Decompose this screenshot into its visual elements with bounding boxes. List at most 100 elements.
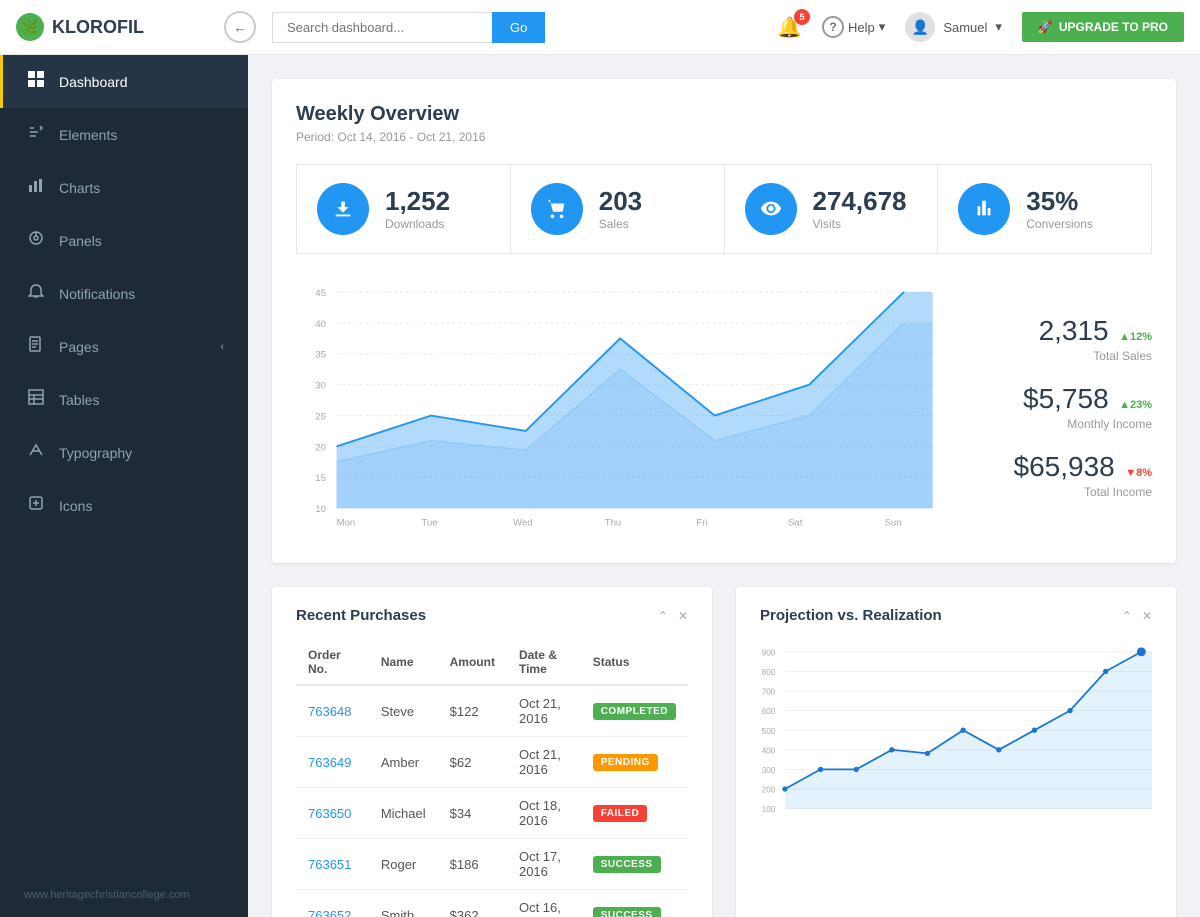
order-number[interactable]: 763648 <box>296 685 369 737</box>
order-number[interactable]: 763650 <box>296 788 369 839</box>
monthly-income-badge: ▲23% <box>1119 399 1152 411</box>
status-cell: COMPLETED <box>581 685 688 737</box>
conversions-value: 35% <box>1026 187 1131 216</box>
chart-stat-value: 2,315 ▲12% <box>1039 327 1152 344</box>
svg-text:Sun: Sun <box>884 518 901 529</box>
sidebar-item-notifications[interactable]: Notifications <box>0 267 248 320</box>
svg-text:100: 100 <box>762 805 776 814</box>
status-cell: PENDING <box>581 737 688 788</box>
sidebar-item-typography[interactable]: Typography <box>0 426 248 479</box>
sidebar-item-charts[interactable]: Charts <box>0 161 248 214</box>
sidebar-item-dashboard[interactable]: Dashboard <box>0 55 248 108</box>
charts-icon <box>27 177 45 198</box>
upgrade-label: UPGRADE TO PRO <box>1059 20 1168 34</box>
user-menu[interactable]: 👤 Samuel ▾ <box>905 12 1002 42</box>
sidebar-item-tables[interactable]: Tables <box>0 373 248 426</box>
back-button[interactable]: ← <box>224 11 256 43</box>
svg-text:25: 25 <box>315 411 326 422</box>
status-cell: SUCCESS <box>581 839 688 890</box>
total-income-badge: ▼8% <box>1125 467 1152 479</box>
svg-text:700: 700 <box>762 688 776 697</box>
conversions-icon <box>958 183 1010 235</box>
svg-text:35: 35 <box>315 350 326 361</box>
order-number[interactable]: 763649 <box>296 737 369 788</box>
svg-text:Tue: Tue <box>421 518 437 529</box>
svg-text:10: 10 <box>315 504 326 515</box>
sales-label: Sales <box>599 217 704 231</box>
sidebar-item-elements[interactable]: Elements <box>0 108 248 161</box>
pages-icon <box>27 336 45 357</box>
status-badge: SUCCESS <box>593 856 661 873</box>
proj-close-button[interactable]: ✕ <box>1142 609 1152 623</box>
notification-button[interactable]: 🔔 5 <box>777 15 802 40</box>
status-badge: COMPLETED <box>593 703 676 720</box>
amount: $34 <box>438 788 507 839</box>
search-button[interactable]: Go <box>492 12 545 43</box>
stat-conversions: 35% Conversions <box>937 164 1152 254</box>
status-cell: SUCCESS <box>581 890 688 917</box>
table-row: 763652 Smith $362 Oct 16, 2016 SUCCESS <box>296 890 688 917</box>
logo-text: KLOROFIL <box>52 17 144 38</box>
col-status: Status <box>581 640 688 685</box>
svg-text:45: 45 <box>315 288 326 299</box>
main-layout: Dashboard Elements Charts Panels Notific… <box>0 55 1200 917</box>
help-icon: ? <box>822 16 844 38</box>
projection-chart: 900 800 700 600 500 400 300 200 100 <box>760 640 1152 845</box>
col-date: Date & Time <box>507 640 581 685</box>
svg-text:30: 30 <box>315 381 326 392</box>
svg-text:Sat: Sat <box>788 518 803 529</box>
svg-text:20: 20 <box>315 442 326 453</box>
sidebar-item-panels[interactable]: Panels <box>0 214 248 267</box>
bottom-row: Recent Purchases ⌃ ✕ Order No. Name Amou… <box>272 587 1176 917</box>
visits-label: Visits <box>813 217 918 231</box>
weekly-subtitle: Period: Oct 14, 2016 - Oct 21, 2016 <box>296 130 1152 144</box>
sidebar-item-pages[interactable]: Pages ‹ <box>0 320 248 373</box>
amount: $62 <box>438 737 507 788</box>
date-time: Oct 21, 2016 <box>507 685 581 737</box>
upgrade-button[interactable]: 🚀 UPGRADE TO PRO <box>1022 12 1184 42</box>
status-badge: FAILED <box>593 805 648 822</box>
svg-text:Wed: Wed <box>513 518 533 529</box>
close-button[interactable]: ✕ <box>678 609 688 623</box>
customer-name: Amber <box>369 737 438 788</box>
downloads-info: 1,252 Downloads <box>385 187 490 232</box>
svg-text:500: 500 <box>762 727 776 736</box>
status-badge: PENDING <box>593 754 658 771</box>
chart-stat-total-income: $65,938 ▼8% Total Income <box>976 451 1152 499</box>
order-number[interactable]: 763652 <box>296 890 369 917</box>
sidebar-label: Icons <box>59 498 92 514</box>
svg-text:200: 200 <box>762 786 776 795</box>
user-name: Samuel <box>943 20 987 35</box>
elements-icon <box>27 124 45 145</box>
chart-stat-total-sales: 2,315 ▲12% Total Sales <box>976 315 1152 363</box>
svg-text:Mon: Mon <box>337 518 356 529</box>
chart-stats: 2,315 ▲12% Total Sales $5,758 ▲23% Month… <box>952 274 1152 539</box>
avatar: 👤 <box>905 12 935 42</box>
typography-icon <box>27 442 45 463</box>
visits-info: 274,678 Visits <box>813 187 918 232</box>
recent-purchases-title: Recent Purchases <box>296 607 426 624</box>
sidebar-label: Pages <box>59 339 99 355</box>
svg-text:Thu: Thu <box>605 518 622 529</box>
visits-value: 274,678 <box>813 187 918 216</box>
panels-icon <box>27 230 45 251</box>
conversions-label: Conversions <box>1026 217 1131 231</box>
sidebar-label: Charts <box>59 180 100 196</box>
help-button[interactable]: ? Help ▾ <box>822 16 885 38</box>
search-input[interactable] <box>272 12 492 43</box>
help-chevron: ▾ <box>879 19 886 35</box>
projection-header: Projection vs. Realization ⌃ ✕ <box>760 607 1152 624</box>
svg-text:15: 15 <box>315 473 326 484</box>
downloads-value: 1,252 <box>385 187 490 216</box>
stat-sales: 203 Sales <box>510 164 724 254</box>
table-row: 763650 Michael $34 Oct 18, 2016 FAILED <box>296 788 688 839</box>
sidebar-item-icons[interactable]: Icons <box>0 479 248 532</box>
collapse-button[interactable]: ⌃ <box>658 609 668 623</box>
amount: $186 <box>438 839 507 890</box>
proj-collapse-button[interactable]: ⌃ <box>1122 609 1132 623</box>
sidebar-label: Typography <box>59 445 132 461</box>
main-content: Weekly Overview Period: Oct 14, 2016 - O… <box>248 55 1200 917</box>
col-order: Order No. <box>296 640 369 685</box>
logo: 🌿 KLOROFIL <box>16 13 216 41</box>
order-number[interactable]: 763651 <box>296 839 369 890</box>
